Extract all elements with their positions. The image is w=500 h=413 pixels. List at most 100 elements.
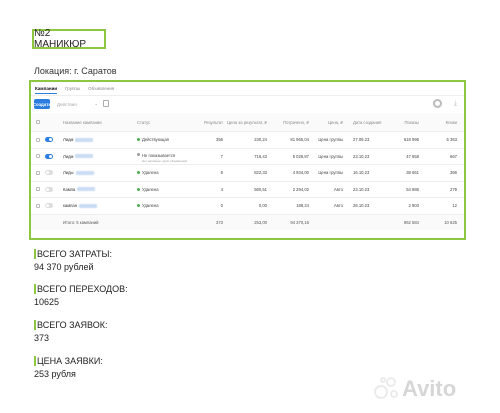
spent-cell: 5 028,87 <box>292 153 309 159</box>
clicks-cell: 12 <box>452 203 457 209</box>
campaigns-table: Название кампании Статус Результат Цена … <box>31 113 464 230</box>
header-price[interactable]: Цена, ₽ <box>313 113 343 131</box>
campaign-name[interactable]: Кампа <box>63 182 96 198</box>
status-dot-icon <box>137 171 140 175</box>
spent-cell: 188,24 <box>296 203 309 209</box>
stat-label: ЦЕНА ЗАЯВКИ: <box>34 356 103 366</box>
header-results[interactable]: Результат <box>195 113 223 131</box>
impressions-cell: 618 996 <box>403 137 419 143</box>
totals-clicks: 10 625 <box>444 219 457 225</box>
tab-campaigns[interactable]: Кампании <box>35 84 58 94</box>
campaign-name[interactable]: кампан <box>63 198 98 214</box>
avito-watermark-logo: Avito <box>374 376 456 401</box>
clicks-cell: 279 <box>450 186 457 192</box>
impressions-cell: 38 661 <box>406 170 419 176</box>
price-cell: Цена группы <box>318 153 343 159</box>
date-cell: 26.10.23 <box>353 203 370 209</box>
status-dot-icon <box>137 187 140 191</box>
results-cell: 7 <box>220 153 223 159</box>
table-totals-row: Итого: 5 кампаний 373 253,00 94 370,16 9… <box>31 214 464 230</box>
header-cpr[interactable]: Цена за результат, ₽ <box>227 113 267 131</box>
date-cell: 23.10.23 <box>353 186 370 192</box>
totals-label: Итого: 5 кампаний <box>63 219 99 225</box>
totals-spent: 94 370,16 <box>290 219 309 225</box>
clicks-cell: 366 <box>450 170 457 176</box>
table-row[interactable]: Лидм Действующая 356 230,24 81 965,04 Це… <box>31 132 464 149</box>
create-button[interactable]: Создать <box>33 99 51 109</box>
header-spent[interactable]: Потрачено, ₽ <box>271 113 309 131</box>
status-note: Нет активных групп объявлений <box>142 158 187 163</box>
clicks-cell: 667 <box>450 153 457 159</box>
impressions-cell: 54 886 <box>406 186 419 192</box>
location-label: Локация: г. Саратов <box>34 66 117 76</box>
tab-groups[interactable]: Группы <box>65 84 80 94</box>
row-checkbox[interactable] <box>36 165 40 181</box>
row-toggle[interactable] <box>45 198 53 214</box>
row-toggle[interactable] <box>45 149 53 165</box>
row-toggle[interactable] <box>45 165 53 181</box>
row-checkbox[interactable] <box>36 182 40 198</box>
row-checkbox[interactable] <box>36 149 40 165</box>
stat-value: 253 рубля <box>34 369 76 379</box>
chevron-down-icon: ⌄ <box>94 101 98 106</box>
results-cell: 356 <box>216 137 223 143</box>
stat-total-clicks: ВСЕГО ПЕРЕХОДОВ: 10625 <box>34 284 128 307</box>
table-row[interactable]: Лидм Не показывается Нет активных групп … <box>31 149 464 165</box>
totals-results: 373 <box>216 219 223 225</box>
copy-icon[interactable] <box>103 100 109 107</box>
stat-total-spend: ВСЕГО ЗАТРАТЫ: 94 370 рублей <box>34 249 112 272</box>
stat-label: ВСЕГО ЗАТРАТЫ: <box>34 249 112 259</box>
cpr-cell: 230,24 <box>254 137 267 143</box>
spent-cell: 4 934,00 <box>292 170 309 176</box>
status-dot-icon <box>137 138 140 142</box>
header-impressions[interactable]: Показы <box>389 113 419 131</box>
tab-ads[interactable]: Объявления <box>88 84 114 94</box>
row-toggle[interactable] <box>45 182 53 198</box>
campaign-name[interactable]: Лидм <box>63 149 94 165</box>
header-checkbox[interactable] <box>36 113 40 131</box>
actions-dropdown[interactable]: Действия ⌄ <box>55 100 100 108</box>
impressions-cell: 47 658 <box>406 153 419 159</box>
gear-icon[interactable] <box>433 99 442 108</box>
stat-value: 373 <box>34 333 50 343</box>
row-checkbox[interactable] <box>36 132 40 148</box>
stat-lead-price: ЦЕНА ЗАЯВКИ: 253 рубля <box>34 356 103 379</box>
header-status[interactable]: Статус <box>137 113 150 131</box>
actions-dropdown-label: Действия <box>57 101 77 107</box>
campaign-name[interactable]: Лидм <box>63 132 94 148</box>
date-cell: 23.10.23 <box>353 153 370 159</box>
row-checkbox[interactable] <box>36 198 40 214</box>
impressions-cell: 2 903 <box>408 203 419 209</box>
watermark-text: Avito <box>402 376 456 401</box>
tab-bar: Кампании Группы Объявления <box>35 84 114 94</box>
status-dot-icon <box>137 153 140 156</box>
date-cell: 16.10.23 <box>353 170 370 176</box>
price-cell: Авто <box>333 186 343 192</box>
price-cell: Цена группы <box>318 137 343 143</box>
header-date[interactable]: Дата создания <box>353 113 381 131</box>
results-cell: 0 <box>220 203 223 209</box>
table-row[interactable]: Кампа Удалена 4 560,51 2 294,02 Авто 23.… <box>31 182 464 198</box>
totals-impressions: 962 584 <box>403 219 419 225</box>
download-icon[interactable]: ⤓ <box>454 99 457 108</box>
totals-cpr: 253,00 <box>254 219 267 225</box>
header-name[interactable]: Название кампании <box>63 113 102 131</box>
table-row[interactable]: Лиды Удалена 6 822,33 4 934,00 Цена груп… <box>31 165 464 182</box>
campaign-name[interactable]: Лиды <box>63 165 94 181</box>
stat-value: 10625 <box>34 297 60 307</box>
spent-cell: 2 294,02 <box>292 186 309 192</box>
cpr-cell: 716,43 <box>254 153 267 159</box>
page-title: №2 МАНИКЮР <box>32 28 106 50</box>
results-cell: 6 <box>220 170 223 176</box>
header-clicks[interactable]: Клики <box>429 113 457 131</box>
status-cell: Удалена <box>137 182 159 198</box>
table-row[interactable]: кампан Удалена 0 0,00 188,24 Авто 26.10.… <box>31 198 464 215</box>
page-title-text: №2 МАНИКЮР <box>34 28 87 50</box>
toolbar: Создать Действия ⌄ ⤓ <box>31 95 464 111</box>
row-toggle[interactable] <box>45 132 53 148</box>
cpr-cell: 0,00 <box>258 203 267 209</box>
stat-value: 94 370 рублей <box>34 262 94 272</box>
clicks-cell: 5 363 <box>446 137 457 143</box>
status-cell: Удалена <box>137 165 159 181</box>
status-dot-icon <box>137 204 140 208</box>
